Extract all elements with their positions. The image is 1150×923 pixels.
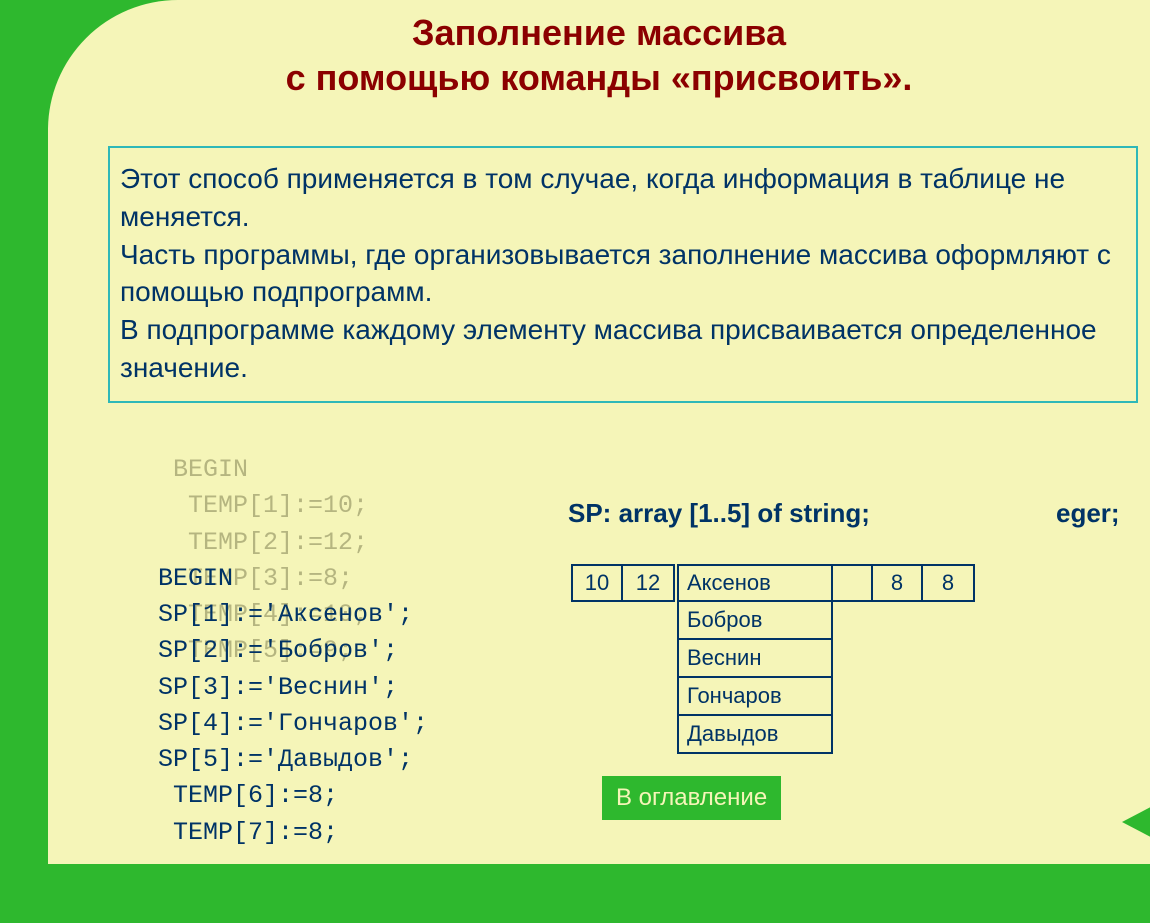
table-cell: Давыдов xyxy=(677,716,833,754)
toc-button[interactable]: В оглавление xyxy=(602,776,781,820)
slide-title: Заполнение массива с помощью команды «пр… xyxy=(48,10,1150,100)
table-cell: 8 xyxy=(871,564,923,602)
array-declaration-ghost: eger; xyxy=(1056,498,1120,529)
info-paragraph-2: Часть программы, где организовывается за… xyxy=(120,236,1126,312)
title-line-1: Заполнение массива xyxy=(412,12,786,53)
code-foreground-layer: BEGIN SP[1]:='Аксенов'; SP[2]:='Бобров';… xyxy=(158,561,428,851)
table-cell: Веснин xyxy=(677,640,833,678)
code-block: BEGIN TEMP[1]:=10; TEMP[2]:=12; TEMP[3]:… xyxy=(158,452,428,923)
array-declaration: SP: array [1..5] of string; xyxy=(568,498,870,529)
slide-content: Заполнение массива с помощью команды «пр… xyxy=(48,0,1150,864)
table-top-row-right: 8 8 xyxy=(871,564,975,602)
table-cell: 12 xyxy=(623,564,675,602)
table-cell: Бобров xyxy=(677,602,833,640)
table-dropdown-column: Аксенов Бобров Веснин Гончаров Давыдов xyxy=(677,564,833,754)
table-cell: Гончаров xyxy=(677,678,833,716)
info-paragraph-3: В подпрограмме каждому элементу массива … xyxy=(120,311,1126,387)
table-cell: 10 xyxy=(571,564,623,602)
table-top-row-left: 10 12 xyxy=(571,564,675,602)
info-box: Этот способ применяется в том случае, ко… xyxy=(108,146,1138,403)
table-cell: Аксенов xyxy=(677,564,833,602)
info-paragraph-1: Этот способ применяется в том случае, ко… xyxy=(120,160,1126,236)
table-gap-border xyxy=(833,564,871,602)
back-arrow-icon[interactable] xyxy=(1122,800,1150,844)
title-line-2: с помощью команды «присвоить». xyxy=(286,57,913,98)
table-cell: 8 xyxy=(923,564,975,602)
array-table: 10 12 Аксенов Бобров Веснин Гончаров Дав… xyxy=(571,564,675,602)
